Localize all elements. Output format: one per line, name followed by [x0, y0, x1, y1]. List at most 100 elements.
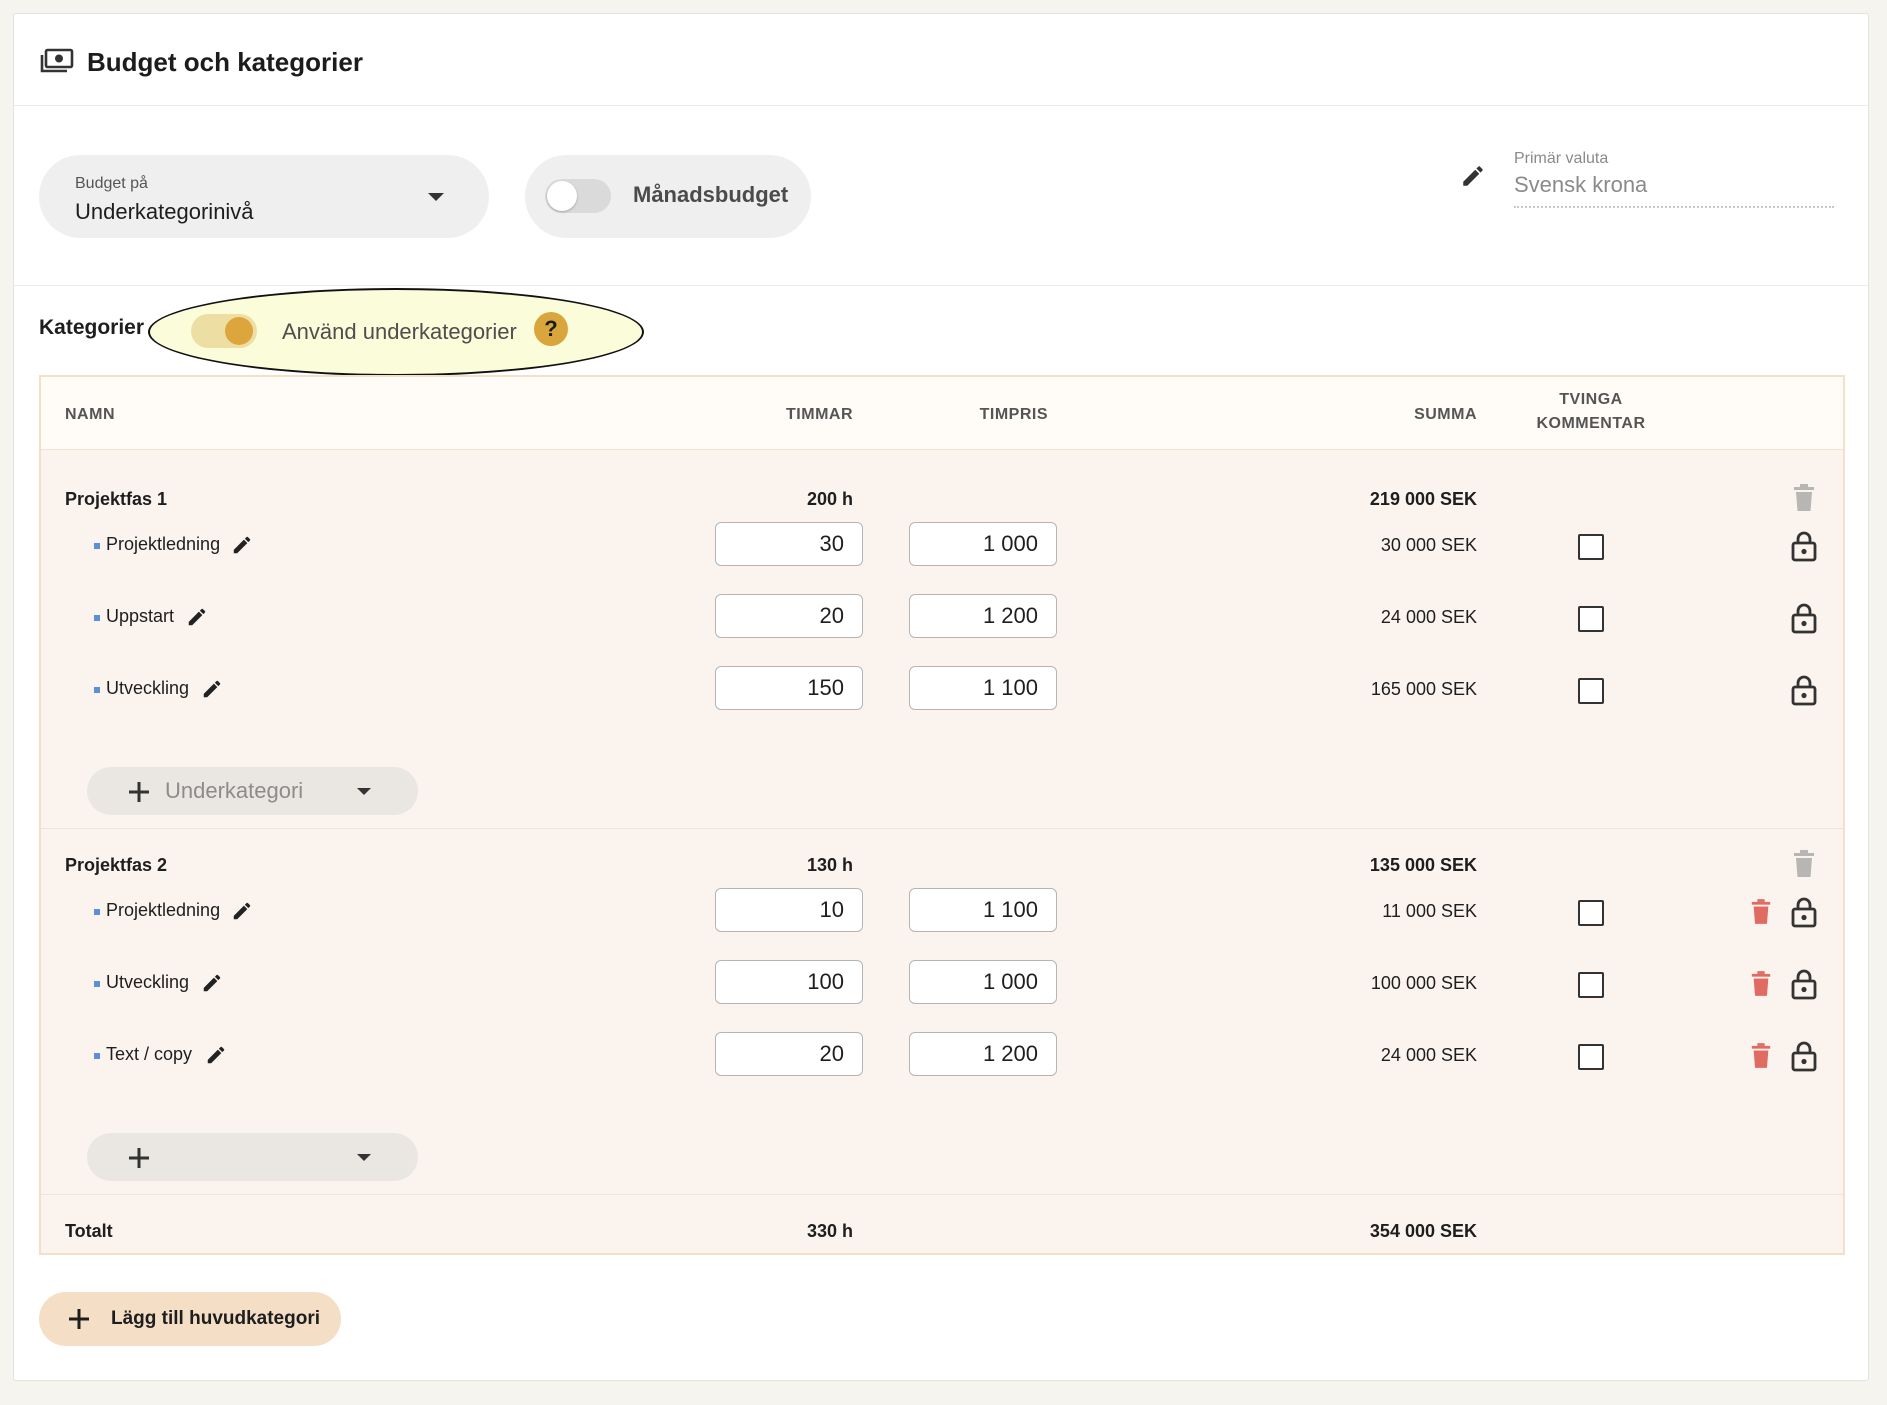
settings-row: Budget på Underkategorinivå Månadsbudget…	[14, 106, 1868, 286]
group-sum: 135 000 SEK	[1369, 855, 1477, 875]
force-comment-checkbox[interactable]	[1578, 534, 1604, 560]
add-main-category-label: Lägg till huvudkategori	[111, 1308, 321, 1329]
row-sum: 24 000 SEK	[1380, 607, 1477, 627]
lock-icon[interactable]	[1791, 968, 1817, 1000]
money-icon	[40, 48, 74, 73]
rate-input[interactable]: 1 000	[909, 960, 1057, 1004]
row-sum: 100 000 SEK	[1370, 973, 1477, 993]
add-subcategory-button[interactable]: Underkategori	[87, 767, 418, 815]
group-hours: 200 h	[806, 489, 853, 509]
budget-card: Budget och kategorier Budget på Underkat…	[13, 13, 1869, 1381]
header-sum: SUMMA	[1414, 406, 1477, 423]
bullet	[94, 615, 100, 621]
card-header: Budget och kategorier	[14, 14, 1868, 106]
budget-level-select[interactable]: Budget på Underkategorinivå	[39, 155, 489, 238]
add-subcategory-button[interactable]	[87, 1133, 418, 1181]
bullet	[94, 543, 100, 549]
force-comment-checkbox[interactable]	[1578, 678, 1604, 704]
rate-input[interactable]: 1 000	[909, 522, 1057, 566]
lock-icon[interactable]	[1791, 602, 1817, 634]
rate-input[interactable]: 1 100	[909, 888, 1057, 932]
use-subcategories-switch[interactable]	[191, 314, 257, 348]
add-subcategory-label: Underkategori	[165, 778, 304, 803]
total-label: Totalt	[65, 1221, 113, 1241]
subcategory-name: Utveckling	[106, 972, 190, 992]
hours-input[interactable]: 10	[715, 888, 863, 932]
bullet	[94, 1053, 100, 1059]
trash-icon[interactable]	[1792, 484, 1816, 512]
header-force-comment-2: KOMMENTAR	[1536, 415, 1646, 432]
help-icon[interactable]: ?	[534, 312, 568, 346]
row-sum: 30 000 SEK	[1380, 535, 1477, 555]
pencil-icon[interactable]	[1460, 163, 1486, 189]
force-comment-checkbox[interactable]	[1578, 900, 1604, 926]
total-sum: 354 000 SEK	[1369, 1221, 1477, 1241]
page-title: Budget och kategorier	[87, 47, 363, 77]
force-comment-checkbox[interactable]	[1578, 972, 1604, 998]
pencil-icon[interactable]	[201, 972, 223, 994]
currency-label: Primär valuta	[1514, 150, 1609, 167]
force-comment-checkbox[interactable]	[1578, 1044, 1604, 1070]
budget-level-label: Budget på	[75, 175, 148, 192]
rate-input[interactable]: 1 100	[909, 666, 1057, 710]
trash-icon[interactable]	[1750, 1042, 1772, 1070]
subcategory-name: Utveckling	[106, 678, 190, 698]
categories-title: Kategorier	[39, 316, 145, 339]
bullet	[94, 981, 100, 987]
hours-input[interactable]: 20	[715, 594, 863, 638]
caret-down-icon	[428, 193, 444, 201]
plus-icon	[129, 782, 149, 802]
rate-input[interactable]: 1 200	[909, 594, 1057, 638]
bullet	[94, 687, 100, 693]
trash-icon[interactable]	[1750, 970, 1772, 998]
currency-field[interactable]: Svensk krona	[1514, 172, 1834, 208]
pencil-icon[interactable]	[231, 900, 253, 922]
pencil-icon[interactable]	[231, 534, 253, 556]
lock-icon[interactable]	[1791, 896, 1817, 928]
pencil-icon[interactable]	[205, 1044, 227, 1066]
subcategory-name: Text / copy	[106, 1044, 193, 1064]
row-sum: 24 000 SEK	[1380, 1045, 1477, 1065]
use-subcategories-label: Använd underkategorier	[282, 319, 517, 344]
table-header: NAMN TIMMAR TIMPRIS SUMMA TVINGA KOMMENT…	[41, 377, 1843, 450]
header-force-comment-1: TVINGA	[1559, 391, 1623, 408]
row-sum: 11 000 SEK	[1382, 901, 1477, 921]
caret-down-icon	[357, 788, 371, 795]
subcategory-name: Projektledning	[106, 900, 221, 920]
trash-icon[interactable]	[1792, 850, 1816, 878]
header-name: NAMN	[65, 406, 115, 423]
rate-input[interactable]: 1 200	[909, 1032, 1057, 1076]
force-comment-checkbox[interactable]	[1578, 606, 1604, 632]
group-hours: 130 h	[806, 855, 853, 875]
subcategory-name: Uppstart	[106, 606, 175, 626]
header-hours: TIMMAR	[786, 406, 853, 423]
total-divider	[41, 1194, 1843, 1195]
pencil-icon[interactable]	[186, 606, 208, 628]
monthly-budget-switch[interactable]	[545, 179, 611, 213]
plus-icon	[69, 1309, 89, 1329]
group-sum: 219 000 SEK	[1369, 489, 1477, 509]
add-main-category-button[interactable]: Lägg till huvudkategori	[39, 1292, 341, 1346]
hours-input[interactable]: 30	[715, 522, 863, 566]
caret-down-icon	[357, 1154, 371, 1161]
monthly-budget-label: Månadsbudget	[633, 182, 789, 207]
bullet	[94, 909, 100, 915]
subcategory-name: Projektledning	[106, 534, 221, 554]
hours-input[interactable]: 20	[715, 1032, 863, 1076]
switch-knob	[225, 317, 253, 345]
budget-level-value: Underkategorinivå	[75, 199, 254, 224]
lock-icon[interactable]	[1791, 674, 1817, 706]
hours-input[interactable]: 150	[715, 666, 863, 710]
pencil-icon[interactable]	[201, 678, 223, 700]
monthly-budget-toggle-group: Månadsbudget	[525, 155, 811, 238]
lock-icon[interactable]	[1791, 530, 1817, 562]
group-name: Projektfas 2	[65, 855, 168, 875]
hours-input[interactable]: 100	[715, 960, 863, 1004]
lock-icon[interactable]	[1791, 1040, 1817, 1072]
header-rate: TIMPRIS	[979, 406, 1048, 423]
row-sum: 165 000 SEK	[1370, 679, 1477, 699]
plus-icon	[129, 1148, 149, 1168]
group-name: Projektfas 1	[65, 489, 168, 509]
trash-icon[interactable]	[1750, 898, 1772, 926]
total-hours: 330 h	[806, 1221, 853, 1241]
